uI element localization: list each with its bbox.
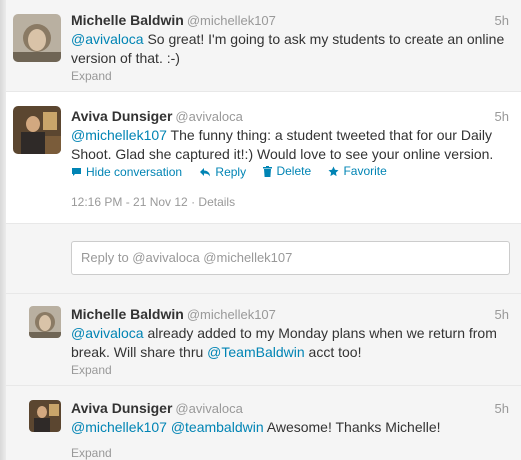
tweet-timestamp[interactable]: 12:16 PM - 21 Nov 12 <box>71 195 188 209</box>
tweet-text-content: acct too! <box>304 344 362 360</box>
tweet-3[interactable]: Michelle Baldwin @michellek107 5h @avival… <box>6 294 521 386</box>
tweet-text: @michellek107 The funny thing: a student… <box>71 126 516 164</box>
username[interactable]: @michellek107 <box>187 307 276 322</box>
delete-label: Delete <box>276 164 312 178</box>
hide-conversation-label: Hide conversation <box>86 164 183 179</box>
tweet-2[interactable]: Aviva Dunsiger @avivaloca 5h @michellek10… <box>6 92 521 224</box>
username[interactable]: @avivaloca <box>175 401 242 416</box>
delete-button[interactable]: Delete <box>263 164 311 178</box>
tweet-timestamp-row: 12:16 PM - 21 Nov 12 · Details <box>71 195 235 209</box>
tweet-time[interactable]: 5h <box>495 13 509 28</box>
username[interactable]: @michellek107 <box>187 13 276 28</box>
details-link[interactable]: Details <box>198 195 235 209</box>
mention-link[interactable]: @michellek107 <box>71 419 167 435</box>
tweet-text: @michellek107 @teambaldwin Awesome! Than… <box>71 418 516 437</box>
expand-link[interactable]: Expand <box>71 69 112 83</box>
expand-link[interactable]: Expand <box>71 363 112 377</box>
fullname[interactable]: Michelle Baldwin <box>71 306 184 322</box>
tweet-time[interactable]: 5h <box>495 401 509 416</box>
reply-label: Reply <box>215 164 247 179</box>
favorite-button[interactable]: Favorite <box>328 164 387 178</box>
tweet-text-content: Awesome! Thanks Michelle! <box>263 419 441 435</box>
reply-button[interactable]: Reply <box>199 165 246 179</box>
star-icon <box>328 166 339 176</box>
avatar[interactable] <box>29 306 61 338</box>
expand-link[interactable]: Expand <box>71 446 112 460</box>
avatar[interactable] <box>13 106 61 154</box>
username[interactable]: @avivaloca <box>175 109 242 124</box>
mention-link[interactable]: @teambaldwin <box>171 419 264 435</box>
fullname[interactable]: Aviva Dunsiger <box>71 108 172 124</box>
favorite-label: Favorite <box>343 164 387 178</box>
trash-icon <box>263 165 273 177</box>
tweet-1[interactable]: Michelle Baldwin @michellek107 5h @avival… <box>6 0 521 92</box>
tweet-time[interactable]: 5h <box>495 109 509 124</box>
fullname[interactable]: Michelle Baldwin <box>71 12 184 28</box>
reply-arrow-icon <box>200 167 211 176</box>
speech-bubble-icon <box>72 167 81 176</box>
tweet-4[interactable]: Aviva Dunsiger @avivaloca 5h @michellek10… <box>6 386 521 460</box>
tweet-time[interactable]: 5h <box>495 307 509 322</box>
hide-conversation-button[interactable]: Hide conversation <box>71 165 182 179</box>
fullname[interactable]: Aviva Dunsiger <box>71 400 172 416</box>
mention-link[interactable]: @avivaloca <box>71 31 144 47</box>
mention-link[interactable]: @TeamBaldwin <box>207 344 304 360</box>
tweet-actions: Hide conversation Reply Delete Favorite <box>71 164 401 180</box>
avatar[interactable] <box>29 400 61 432</box>
tweet-text: @avivaloca already added to my Monday pl… <box>71 324 516 362</box>
tweet-text: @avivaloca So great! I'm going to ask my… <box>71 30 511 68</box>
reply-input[interactable]: Reply to @avivaloca @michellek107 <box>71 241 510 275</box>
avatar[interactable] <box>13 14 61 62</box>
mention-link[interactable]: @michellek107 <box>71 127 167 143</box>
mention-link[interactable]: @avivaloca <box>71 325 144 341</box>
